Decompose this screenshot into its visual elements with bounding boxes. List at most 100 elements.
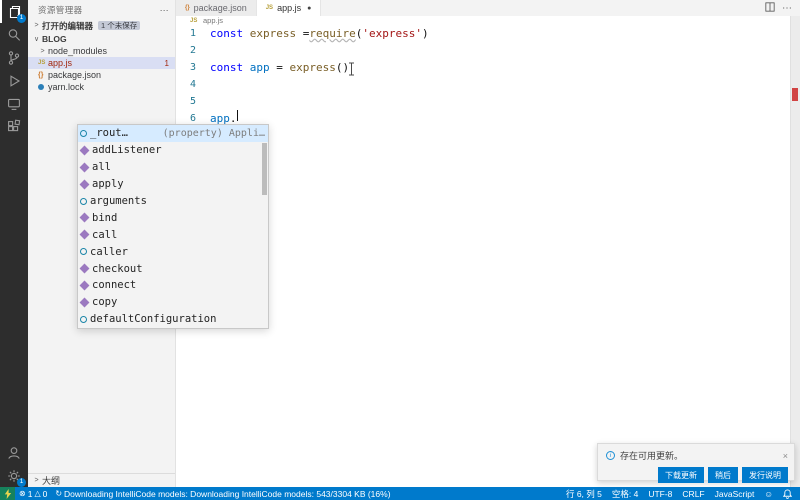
method-kind-icon [80,297,90,307]
feedback-smiley-icon[interactable]: ☺ [760,489,777,499]
tab-app-js[interactable]: JS app.js ● [257,0,322,16]
code-line-2: 2 [176,42,800,59]
cursor-position[interactable]: 行 6, 列 5 [562,488,606,500]
remote-indicator[interactable] [0,487,15,500]
later-button[interactable]: 稍后 [708,467,738,483]
outline-label: 大纲 [42,474,60,487]
suggestion-label: arguments [90,195,147,207]
settings-badge: 1 [17,478,26,487]
code-editor[interactable]: 1 const express = require ( 'express' ) … [176,25,800,127]
problems-status[interactable]: ⊗ 1 △ 0 [15,489,51,499]
suggestion-item[interactable]: connect [78,277,268,294]
suggestion-item[interactable]: copy [78,294,268,311]
suggestion-item[interactable]: checkout [78,260,268,277]
download-update-button[interactable]: 下载更新 [658,467,704,483]
text-caret [237,110,238,121]
vscode-window: 1 1 资源管理器 ⋯ > 打开 [0,0,800,500]
sidebar-header: 资源管理器 ⋯ [28,0,175,19]
suggestion-item[interactable]: apply [78,176,268,193]
suggestion-item[interactable]: call [78,226,268,243]
notification-buttons: 下载更新 稍后 发行说明 [598,462,794,483]
eol-setting[interactable]: CRLF [678,489,708,499]
search-icon[interactable] [0,23,28,46]
breadcrumb-file: app.js [203,16,223,25]
remote-explorer-icon[interactable] [0,92,28,115]
editor-scrollbar[interactable] [790,16,800,487]
token: require [309,25,355,42]
more-actions-icon[interactable]: ⋯ [782,3,792,14]
notifications-bell-icon[interactable] [779,489,796,499]
suggestion-label: copy [92,296,117,308]
suggestion-item[interactable]: caller [78,243,268,260]
suggestion-item[interactable]: _rout… (property) Appli… [78,125,268,142]
editor-group: {} package.json JS app.js ● ⋯ JS app.js … [176,0,800,487]
indentation-setting[interactable]: 空格: 4 [608,488,642,500]
json-file-icon: {} [185,5,190,11]
breadcrumb[interactable]: JS app.js [176,16,800,25]
file-name: yarn.lock [48,82,84,92]
close-icon[interactable]: × [783,451,788,461]
chevron-right-icon: > [32,477,41,484]
explorer-icon[interactable]: 1 [0,0,28,23]
status-bar-right: 行 6, 列 5 空格: 4 UTF-8 CRLF JavaScript ☺ [562,488,800,500]
token: const [210,59,250,76]
token: ( [356,25,363,42]
explorer-badge: 1 [17,14,26,23]
file-yarn-lock[interactable]: yarn.lock [28,81,175,93]
suggestion-label: addListener [92,144,162,156]
suggestion-label: call [92,229,117,241]
suggestion-item[interactable]: defaultConfiguration [78,311,268,328]
line-number: 2 [176,42,210,59]
token: express [250,25,303,42]
accounts-icon[interactable] [0,441,28,464]
overview-ruler-error-mark [792,88,798,101]
suggestion-item[interactable]: arguments [78,193,268,210]
encoding-setting[interactable]: UTF-8 [644,489,676,499]
activity-bar-spacer [0,138,28,441]
status-bar: ⊗ 1 △ 0 ↻ Downloading IntelliCode models… [0,487,800,500]
modified-dot-icon[interactable]: ● [307,5,311,12]
settings-gear-icon[interactable]: 1 [0,464,28,487]
suggestion-item[interactable]: addListener [78,142,268,159]
file-node-modules[interactable]: > node_modules [28,45,175,57]
file-name: package.json [48,70,101,80]
error-count: 1 [28,489,33,499]
suggestion-item[interactable]: bind [78,209,268,226]
file-app-js[interactable]: JS app.js 1 [28,57,175,69]
suggestion-label: connect [92,279,136,291]
open-editors-section[interactable]: > 打开的编辑器 1 个未保存 [28,19,175,32]
warning-count: 0 [43,489,48,499]
code-line-1: 1 const express = require ( 'express' ) [176,25,800,42]
split-editor-icon[interactable] [765,0,775,17]
language-mode[interactable]: JavaScript [711,489,759,499]
line-number: 3 [176,59,210,76]
tab-bar: {} package.json JS app.js ● ⋯ [176,0,800,16]
folder-section-blog[interactable]: ∨ BLOG [28,32,175,45]
method-kind-icon [80,162,90,172]
code-line-4: 4 [176,76,800,93]
sidebar-more-actions-icon[interactable]: ⋯ [160,5,169,16]
mouse-ibeam-cursor [347,62,356,81]
suggestion-label: _rout… [90,127,128,139]
update-notification: i 存在可用更新。 × 下载更新 稍后 发行说明 [597,443,795,481]
extensions-icon[interactable] [0,115,28,138]
source-control-icon[interactable] [0,46,28,69]
problems-badge: 1 [165,59,169,68]
code-line-6: 6 app . [176,110,800,127]
property-kind-icon [80,198,87,205]
suggestion-item[interactable]: all [78,159,268,176]
method-kind-icon [80,230,90,240]
outline-section[interactable]: > 大纲 [28,473,175,487]
chevron-right-icon: > [32,22,41,29]
tab-label: app.js [277,3,301,13]
property-kind-icon [80,130,87,137]
run-debug-icon[interactable] [0,69,28,92]
line-number: 1 [176,25,210,42]
intellicode-download-status[interactable]: ↻ Downloading IntelliCode models: Downlo… [51,489,394,499]
file-package-json[interactable]: {} package.json [28,69,175,81]
suggestion-label: caller [90,246,128,258]
release-notes-button[interactable]: 发行说明 [742,467,788,483]
tab-package-json[interactable]: {} package.json [176,0,257,16]
token: express [290,59,336,76]
suggest-scrollbar[interactable] [262,143,267,195]
